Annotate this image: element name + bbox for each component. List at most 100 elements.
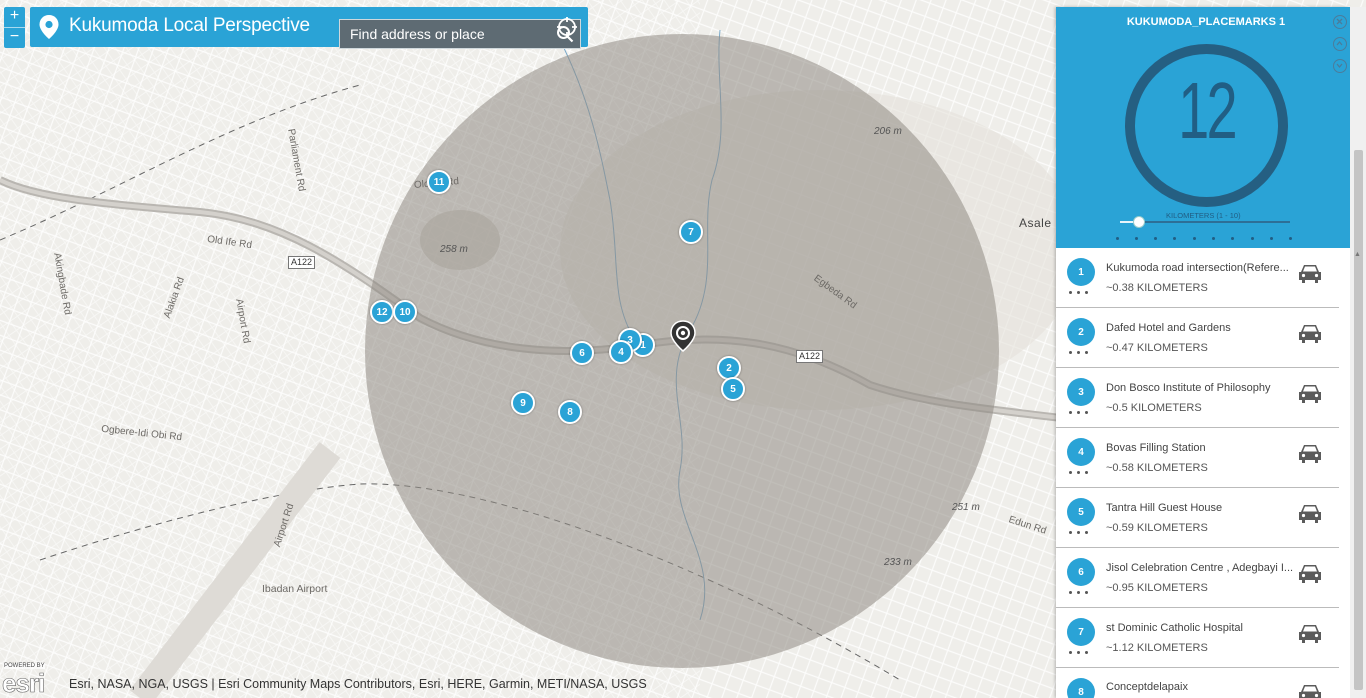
car-icon[interactable]	[1297, 322, 1323, 344]
close-icon[interactable]	[1333, 15, 1347, 29]
list-item[interactable]: 7 st Dominic Catholic Hospital ~1.12 KIL…	[1056, 608, 1339, 668]
elevation-label: 233 m	[884, 557, 912, 568]
distance-slider-track[interactable]	[1120, 221, 1290, 223]
place-label: Ibadan Airport	[262, 583, 328, 595]
results-panel: KUKUMODA_PLACEMARKS 1 12 KILOMETERS (1 -…	[1056, 7, 1350, 698]
place-distance: ~0.38 KILOMETERS	[1106, 282, 1208, 294]
search-input[interactable]	[340, 20, 550, 48]
slider-tick	[1116, 237, 1119, 240]
more-options-icon[interactable]	[1069, 591, 1093, 597]
placemark-number: 2	[1067, 318, 1095, 346]
placemark-marker[interactable]: 5	[721, 377, 745, 401]
car-icon[interactable]	[1297, 682, 1323, 698]
list-item[interactable]: 1 Kukumoda road intersection(Refere... ~…	[1056, 248, 1339, 308]
attribution-bar: POWERED BY esri Esri, NASA, NGA, USGS | …	[0, 662, 1056, 698]
panel-title: KUKUMODA_PLACEMARKS 1	[1126, 16, 1286, 28]
list-item[interactable]: 8 Conceptdelapaix	[1056, 668, 1339, 698]
zoom-divider	[4, 27, 25, 28]
zoom-in-button[interactable]: +	[4, 7, 25, 27]
app-title: Kukumoda Local Perspective	[69, 15, 310, 36]
place-name: Don Bosco Institute of Philosophy	[1106, 382, 1271, 394]
slider-tick	[1193, 237, 1196, 240]
list-item[interactable]: 4 Bovas Filling Station ~0.58 KILOMETERS	[1056, 428, 1339, 488]
placemark-marker[interactable]: 6	[570, 341, 594, 365]
elevation-label: 206 m	[874, 126, 902, 137]
panel-header: KUKUMODA_PLACEMARKS 1 12 KILOMETERS (1 -…	[1056, 7, 1350, 248]
slider-tick	[1135, 237, 1138, 240]
car-icon[interactable]	[1297, 262, 1323, 284]
result-count: 12	[1178, 66, 1237, 155]
place-distance: ~0.95 KILOMETERS	[1106, 582, 1208, 594]
slider-tick	[1289, 237, 1292, 240]
list-item[interactable]: 6 Jisol Celebration Centre , Adegbayi I.…	[1056, 548, 1339, 608]
slider-tick	[1270, 237, 1273, 240]
place-name: Conceptdelapaix	[1106, 681, 1188, 693]
more-options-icon[interactable]	[1069, 411, 1093, 417]
search-box	[339, 19, 581, 49]
placemark-number: 6	[1067, 558, 1095, 586]
chevron-up-icon[interactable]	[1333, 37, 1347, 51]
more-options-icon[interactable]	[1069, 651, 1093, 657]
place-distance: ~0.59 KILOMETERS	[1106, 522, 1208, 534]
app: Parliament Rd Old Ife Rd Old Ife Rd Akin…	[0, 0, 1366, 698]
distance-slider-thumb[interactable]	[1132, 216, 1145, 228]
header-bar: Kukumoda Local Perspective	[30, 7, 588, 49]
placemark-marker[interactable]: 12	[370, 300, 394, 324]
elevation-label: 251 m	[952, 502, 980, 513]
more-options-icon[interactable]	[1069, 351, 1093, 357]
chevron-down-icon[interactable]	[1333, 59, 1347, 73]
slider-tick	[1231, 237, 1234, 240]
place-name: Tantra Hill Guest House	[1106, 502, 1223, 514]
location-pin-icon[interactable]	[670, 320, 696, 352]
highway-shield: A122	[288, 256, 316, 269]
car-icon[interactable]	[1297, 502, 1323, 524]
placemark-number: 5	[1067, 498, 1095, 526]
place-name: Jisol Celebration Centre , Adegbayi I...	[1106, 562, 1294, 574]
slider-tick	[1173, 237, 1176, 240]
zoom-controls: + −	[4, 7, 25, 48]
place-name: Bovas Filling Station	[1106, 442, 1206, 454]
place-label: Asale	[1019, 216, 1052, 230]
placemark-marker[interactable]: 4	[609, 340, 633, 364]
list-item[interactable]: 3 Don Bosco Institute of Philosophy ~0.5…	[1056, 368, 1339, 428]
slider-tick	[1212, 237, 1215, 240]
slider-ticks	[1116, 237, 1296, 241]
car-icon[interactable]	[1297, 622, 1323, 644]
slider-tick	[1251, 237, 1254, 240]
more-options-icon[interactable]	[1069, 291, 1093, 297]
attribution-text: Esri, NASA, NGA, USGS | Esri Community M…	[69, 677, 647, 691]
more-options-icon[interactable]	[1069, 531, 1093, 537]
place-name: Dafed Hotel and Gardens	[1106, 322, 1231, 334]
places-list: 1 Kukumoda road intersection(Refere... ~…	[1056, 248, 1339, 698]
place-name: st Dominic Catholic Hospital	[1106, 622, 1243, 634]
placemark-marker[interactable]: 9	[511, 391, 535, 415]
slider-tick	[1154, 237, 1157, 240]
placemark-marker[interactable]: 7	[679, 220, 703, 244]
panel-scrollbar[interactable]: ▲	[1350, 7, 1366, 698]
placemark-number: 7	[1067, 618, 1095, 646]
placemark-number: 3	[1067, 378, 1095, 406]
list-item[interactable]: 2 Dafed Hotel and Gardens ~0.47 KILOMETE…	[1056, 308, 1339, 368]
place-distance: ~0.5 KILOMETERS	[1106, 402, 1202, 414]
placemark-marker[interactable]: 8	[558, 400, 582, 424]
placemark-marker[interactable]: 11	[427, 170, 451, 194]
scrollbar-thumb[interactable]	[1354, 150, 1363, 690]
car-icon[interactable]	[1297, 442, 1323, 464]
car-icon[interactable]	[1297, 382, 1323, 404]
more-options-icon[interactable]	[1069, 471, 1093, 477]
highway-shield: A122	[796, 350, 824, 363]
placemark-marker[interactable]: 10	[393, 300, 417, 324]
place-distance: ~1.12 KILOMETERS	[1106, 642, 1208, 654]
placemark-number: 1	[1067, 258, 1095, 286]
map-pin-icon	[39, 15, 59, 39]
list-item[interactable]: 5 Tantra Hill Guest House ~0.59 KILOMETE…	[1056, 488, 1339, 548]
car-icon[interactable]	[1297, 562, 1323, 584]
scroll-up-icon[interactable]: ▲	[1354, 251, 1361, 258]
place-name: Kukumoda road intersection(Refere...	[1106, 262, 1289, 274]
elevation-label: 258 m	[440, 244, 468, 255]
locate-icon[interactable]	[556, 16, 578, 38]
place-distance: ~0.58 KILOMETERS	[1106, 462, 1208, 474]
placemark-number: 8	[1067, 678, 1095, 698]
zoom-out-button[interactable]: −	[4, 28, 25, 48]
esri-logo[interactable]: esri	[2, 668, 46, 698]
